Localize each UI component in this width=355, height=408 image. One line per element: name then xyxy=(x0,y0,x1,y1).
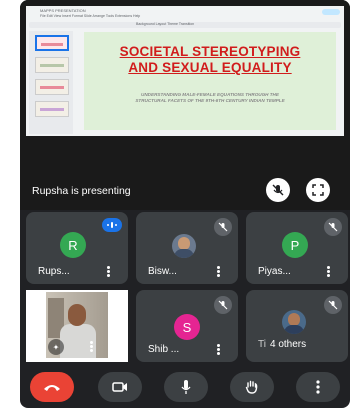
sparkle-effects-icon[interactable]: ✦ xyxy=(48,339,64,355)
more-vert-icon[interactable] xyxy=(90,341,93,352)
avatar: S xyxy=(174,314,200,340)
camera-button[interactable] xyxy=(98,372,142,402)
more-vert-icon[interactable] xyxy=(217,266,220,277)
participant-tile-2[interactable]: Bisw... xyxy=(136,212,238,284)
thumbnail-3 xyxy=(35,79,69,95)
mute-presentation-button[interactable] xyxy=(266,178,290,202)
thumbnail-1 xyxy=(35,35,69,51)
slide-title-line-1: SOCIETAL STEREOTYPING xyxy=(119,44,301,59)
avatar xyxy=(282,310,306,334)
video-camera-icon xyxy=(112,382,127,392)
presentation-area[interactable]: MAPPS PRESENTATION File Edit View Insert… xyxy=(20,0,350,210)
slide-subtitle: UNDERSTANDING MALE-FEMALE EQUATIONS THRO… xyxy=(92,92,328,104)
slide-subtitle-line-2: STRUCTURAL FACETS OF THE 9TH-6TH CENTURY… xyxy=(135,98,285,103)
audio-levels-icon xyxy=(102,218,122,232)
thumbnail-2 xyxy=(35,57,69,73)
mic-icon xyxy=(181,380,191,394)
raise-hand-button[interactable] xyxy=(230,372,274,402)
mute-mic-icon xyxy=(272,184,284,196)
more-vert-icon[interactable] xyxy=(217,344,220,355)
participant-tile-1[interactable]: R Rups... xyxy=(26,212,128,284)
current-slide: SOCIETAL STEREOTYPING AND SEXUAL EQUALIT… xyxy=(84,32,336,130)
others-count: 4 others xyxy=(270,339,307,350)
mic-off-icon xyxy=(214,296,232,314)
mic-off-icon xyxy=(324,296,342,314)
more-options-button[interactable] xyxy=(296,372,340,402)
avatar: R xyxy=(60,232,86,258)
thumbnail-4 xyxy=(35,101,69,117)
others-tile[interactable]: Ti 4 others xyxy=(246,290,348,362)
participant-name: Shib ... xyxy=(148,344,180,355)
call-controls xyxy=(20,368,350,408)
participant-tile-3[interactable]: P Piyas... xyxy=(246,212,348,284)
avatar xyxy=(172,234,196,258)
hand-icon xyxy=(245,380,258,394)
more-vert-icon[interactable] xyxy=(107,266,110,277)
end-call-button[interactable] xyxy=(30,372,74,402)
participant-name: Rups... xyxy=(38,266,70,277)
participant-name: Ti xyxy=(258,339,266,350)
share-chip xyxy=(322,9,340,15)
presenting-bar: Rupsha is presenting xyxy=(20,175,350,205)
self-view-tile[interactable]: ✦ xyxy=(26,290,128,362)
presenter-label: Rupsha is presenting xyxy=(32,185,131,197)
slide-title: SOCIETAL STEREOTYPING AND SEXUAL EQUALIT… xyxy=(84,44,336,76)
participant-tile-5[interactable]: S Shib ... xyxy=(136,290,238,362)
slides-editor-screen: MAPPS PRESENTATION File Edit View Insert… xyxy=(26,6,344,136)
fullscreen-icon xyxy=(312,184,324,196)
slide-title-line-2: AND SEXUAL EQUALITY xyxy=(128,60,292,75)
participant-name: Bisw... xyxy=(148,266,177,277)
microphone-button[interactable] xyxy=(164,372,208,402)
slide-thumbnails xyxy=(29,31,73,134)
doc-title: MAPPS PRESENTATION xyxy=(40,8,86,13)
fullscreen-button[interactable] xyxy=(306,178,330,202)
avatar: P xyxy=(282,232,308,258)
mic-off-icon xyxy=(214,218,232,236)
mic-off-icon xyxy=(324,218,342,236)
more-vert-icon xyxy=(316,380,320,394)
phone-end-icon xyxy=(44,385,60,391)
meet-window: MAPPS PRESENTATION File Edit View Insert… xyxy=(20,0,350,408)
toolbar-labels: Background Layout Theme Transition xyxy=(136,22,195,26)
doc-menu: File Edit View Insert Format Slide Arran… xyxy=(40,14,141,18)
participant-name: Piyas... xyxy=(258,266,291,277)
more-vert-icon[interactable] xyxy=(327,266,330,277)
